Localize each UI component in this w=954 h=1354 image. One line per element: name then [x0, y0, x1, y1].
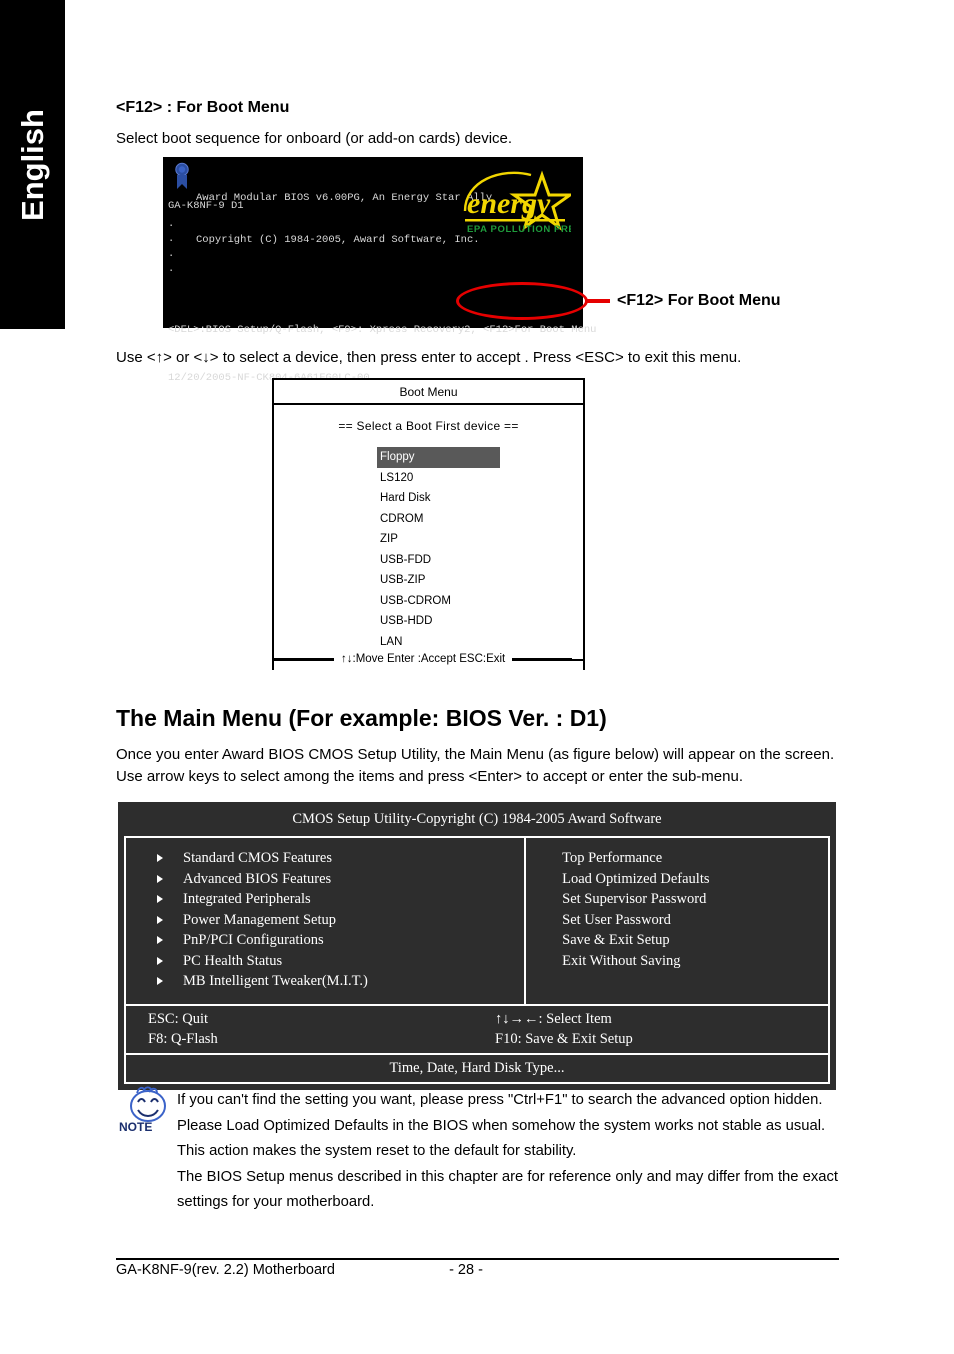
key-select-item: ↑↓→←: Select Item: [495, 1010, 612, 1027]
hint-rule-right: [512, 658, 573, 660]
cmos-menu-item[interactable]: PC Health Status: [126, 951, 524, 972]
key-f8-qflash: F8: Q-Flash: [148, 1030, 218, 1047]
cmos-action-item[interactable]: Save & Exit Setup: [526, 930, 828, 951]
cmos-menu-item-label: Standard CMOS Features: [183, 850, 333, 866]
note-text-block: If you can't find the setting you want, …: [177, 1088, 843, 1216]
cmos-title: CMOS Setup Utility-Copyright (C) 1984-20…: [292, 811, 662, 827]
cmos-menu-item[interactable]: Standard CMOS Features: [126, 848, 524, 869]
boot-menu-hint-text: ↑↓:Move Enter :Accept ESC:Exit: [334, 653, 513, 665]
svg-text:NOTE: NOTE: [119, 1120, 152, 1134]
note-face-icon: NOTE: [119, 1086, 166, 1134]
triangle-right-icon: [157, 854, 163, 863]
footer-product: GA-K8NF-9(rev. 2.2) Motherboard: [116, 1262, 335, 1278]
cmos-action-item[interactable]: Set User Password: [526, 910, 828, 931]
triangle-right-icon: [157, 936, 163, 945]
language-tab-label: English: [14, 108, 50, 221]
language-tab: English: [0, 0, 65, 329]
energy-star-logo-icon: energy EPA POLLUTION PREVENTER: [463, 170, 571, 235]
triangle-right-icon: [157, 895, 163, 904]
boot-device-item[interactable]: LS120: [377, 468, 500, 489]
boot-device-item[interactable]: ZIP: [377, 529, 500, 550]
section-heading: <F12> : For Boot Menu: [116, 99, 290, 116]
note-line-1: If you can't find the setting you want, …: [177, 1092, 823, 1108]
boot-menu-dialog: Boot Menu == Select a Boot First device …: [272, 378, 585, 670]
boot-device-item[interactable]: USB-HDD: [377, 611, 500, 632]
section-intro-text: Select boot sequence for onboard (or add…: [116, 130, 513, 147]
cmos-frame: Standard CMOS Features Advanced BIOS Fea…: [124, 836, 830, 1084]
cmos-menu-item[interactable]: MB Intelligent Tweaker(M.I.T.): [126, 971, 524, 992]
cmos-action-item[interactable]: Load Optimized Defaults: [526, 869, 828, 890]
cmos-menu-item-label: Integrated Peripherals: [183, 891, 311, 907]
boot-device-item[interactable]: Hard Disk: [377, 488, 500, 509]
boot-device-item[interactable]: Floppy: [377, 447, 500, 468]
cmos-status-bar: Time, Date, Hard Disk Type...: [389, 1059, 565, 1076]
cmos-menu-item[interactable]: Advanced BIOS Features: [126, 869, 524, 890]
boot-device-item[interactable]: CDROM: [377, 509, 500, 530]
cmos-menu-item-label: Power Management Setup: [183, 911, 337, 928]
award-ribbon-icon: [175, 162, 189, 189]
cmos-key-legend-right: ↑↓→←: Select Item F10: Save & Exit Setup: [477, 1009, 828, 1049]
key-f10-save: F10: Save & Exit Setup: [495, 1030, 633, 1047]
cmos-menu-item-label: MB Intelligent Tweaker(M.I.T.): [183, 973, 368, 989]
bios-dot-lines: ....: [168, 218, 175, 275]
bios-model-string: GA-K8NF-9 D1: [168, 200, 244, 212]
bios-post-screen: Award Modular BIOS v6.00PG, An Energy St…: [163, 157, 596, 384]
svg-text:EPA POLLUTION PREVENTER: EPA POLLUTION PREVENTER: [467, 224, 571, 235]
cmos-left-column: Standard CMOS Features Advanced BIOS Fea…: [126, 838, 527, 1004]
callout-leader-line: [586, 299, 610, 303]
footer-rule: [116, 1258, 839, 1260]
svg-text:energy: energy: [467, 187, 551, 220]
boot-device-item[interactable]: USB-CDROM: [377, 591, 500, 612]
cmos-key-legend: ESC: Quit F8: Q-Flash ↑↓→←: Select Item …: [126, 1006, 828, 1055]
boot-menu-title: Boot Menu: [274, 380, 583, 405]
cmos-menu-item-label: PnP/PCI Configurations: [183, 932, 324, 948]
main-menu-paragraph: Once you enter Award BIOS CMOS Setup Uti…: [116, 746, 835, 785]
cmos-menu-item-label: PC Health Status: [183, 952, 283, 969]
cmos-key-legend-left: ESC: Quit F8: Q-Flash: [126, 1009, 477, 1049]
boot-device-item[interactable]: USB-FDD: [377, 550, 500, 571]
page-footer: GA-K8NF-9(rev. 2.2) Motherboard - 28 -: [116, 1262, 839, 1278]
triangle-right-icon: [157, 874, 163, 883]
triangle-right-icon: [157, 956, 163, 965]
cmos-action-item[interactable]: Set Supervisor Password: [526, 889, 828, 910]
cmos-setup-utility-screen: CMOS Setup Utility-Copyright (C) 1984-20…: [118, 802, 836, 1090]
hint-rule-left: [272, 658, 334, 660]
cmos-menu-item-label: Advanced BIOS Features: [183, 870, 332, 887]
bios-footer-keys: <DEL>:BIOS Setup/Q-Flash, <F9>: Xpress R…: [168, 324, 597, 336]
cmos-action-item[interactable]: Exit Without Saving: [526, 951, 828, 972]
cmos-menu-item[interactable]: Power Management Setup: [126, 910, 524, 931]
triangle-right-icon: [157, 915, 163, 924]
boot-device-item[interactable]: USB-ZIP: [377, 570, 500, 591]
note-line-2: Please Load Optimized Defaults in the BI…: [177, 1117, 826, 1160]
boot-device-list: Floppy LS120 Hard Disk CDROM ZIP USB-FDD…: [274, 447, 583, 652]
callout-label: <F12> For Boot Menu: [617, 292, 781, 309]
note-line-3: The BIOS Setup menus described in this c…: [177, 1168, 838, 1211]
key-esc-quit: ESC: Quit: [148, 1010, 209, 1027]
cmos-action-item[interactable]: Top Performance: [526, 848, 828, 869]
bios-header-line2: Copyright (C) 1984-2005, Award Software,…: [196, 234, 480, 246]
cmos-right-column: Top Performance Load Optimized Defaults …: [526, 838, 828, 1004]
use-arrows-text: Use <↑> or <↓> to select a device, then …: [116, 349, 742, 366]
footer-page-number: - 28 -: [449, 1262, 483, 1278]
bios-header-block: Award Modular BIOS v6.00PG, An Energy St…: [196, 163, 492, 275]
page-title: The Main Menu (For example: BIOS Ver. : …: [116, 705, 607, 731]
cmos-menu-columns: Standard CMOS Features Advanced BIOS Fea…: [126, 838, 828, 1006]
cmos-menu-item[interactable]: PnP/PCI Configurations: [126, 930, 524, 951]
boot-menu-subtitle: == Select a Boot First device ==: [338, 419, 519, 433]
boot-menu-hint-bar: ↑↓:Move Enter :Accept ESC:Exit: [272, 648, 585, 670]
cmos-menu-item[interactable]: Integrated Peripherals: [126, 889, 524, 910]
triangle-right-icon: [157, 977, 163, 986]
